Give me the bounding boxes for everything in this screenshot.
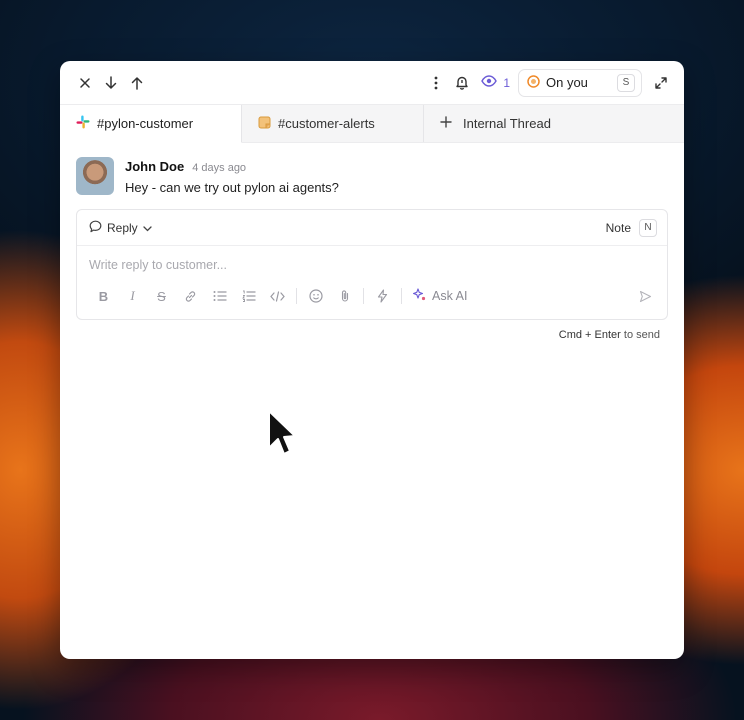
send-hint-suffix: to send	[623, 329, 660, 341]
message: John Doe 4 days ago Hey - can we try out…	[60, 143, 684, 195]
code-icon[interactable]	[263, 286, 292, 306]
italic-icon[interactable]: I	[118, 286, 147, 306]
plus-icon	[440, 116, 452, 131]
strikethrough-icon[interactable]: S	[147, 286, 176, 306]
assignee-label: On you	[546, 75, 588, 90]
arrow-down-icon[interactable]	[98, 70, 124, 96]
eye-icon	[481, 75, 498, 90]
note-shortcut: N	[639, 218, 657, 237]
send-icon[interactable]	[635, 286, 655, 306]
tab-customer-alerts[interactable]: #customer-alerts	[242, 105, 424, 142]
message-body: Hey - can we try out pylon ai agents?	[125, 180, 339, 195]
tab-internal-thread[interactable]: Internal Thread	[424, 105, 606, 142]
ask-ai-label: Ask AI	[432, 289, 468, 303]
attachment-icon[interactable]	[330, 286, 359, 306]
toolbar-divider	[401, 288, 402, 304]
message-time: 4 days ago	[192, 162, 247, 174]
note-label: Note	[605, 220, 631, 235]
note-icon	[258, 116, 271, 132]
bullet-list-icon[interactable]	[205, 286, 234, 306]
reply-mode-dropdown[interactable]: Reply	[89, 220, 152, 236]
tab-label: Internal Thread	[463, 116, 551, 131]
bold-icon[interactable]: B	[89, 286, 118, 306]
sparkle-icon	[412, 287, 427, 305]
assignee-avatar-icon	[527, 74, 540, 91]
reply-mode-label: Reply	[107, 220, 138, 235]
send-hint: Cmd + Enter to send	[60, 320, 684, 341]
note-toggle[interactable]: Note N	[605, 218, 657, 237]
more-vertical-icon[interactable]	[423, 70, 449, 96]
message-content: John Doe 4 days ago Hey - can we try out…	[125, 157, 339, 195]
bell-icon[interactable]	[449, 70, 475, 96]
emoji-icon[interactable]	[301, 286, 330, 306]
mouse-cursor-icon	[266, 408, 296, 460]
lightning-icon[interactable]	[368, 286, 397, 306]
message-author: John Doe	[125, 159, 185, 174]
conversation-window: 1 On you S #pylon-customer #customer-ale…	[60, 61, 684, 659]
assignee-shortcut: S	[617, 73, 635, 92]
viewers-indicator[interactable]: 1	[481, 75, 510, 90]
link-icon[interactable]	[176, 286, 205, 306]
formatting-toolbar: B I S Ask AI	[77, 276, 667, 306]
close-icon[interactable]	[72, 70, 98, 96]
toolbar: 1 On you S	[60, 61, 684, 105]
numbered-list-icon[interactable]	[234, 286, 263, 306]
ask-ai-button[interactable]: Ask AI	[412, 287, 468, 305]
tab-label: #pylon-customer	[97, 116, 194, 131]
assignee-button[interactable]: On you S	[518, 68, 642, 97]
channel-tabs: #pylon-customer #customer-alerts Interna…	[60, 105, 684, 143]
avatar	[76, 157, 114, 195]
arrow-up-icon[interactable]	[124, 70, 150, 96]
send-hint-keys: Cmd + Enter	[558, 329, 621, 341]
slack-icon	[76, 115, 90, 132]
viewers-count: 1	[503, 75, 510, 90]
reply-input[interactable]: Write reply to customer...	[77, 246, 667, 276]
toolbar-divider	[363, 288, 364, 304]
tab-label: #customer-alerts	[278, 116, 375, 131]
chat-bubble-icon	[89, 220, 102, 236]
tab-pylon-customer[interactable]: #pylon-customer	[60, 105, 242, 143]
expand-icon[interactable]	[648, 70, 674, 96]
reply-composer: Reply Note N Write reply to customer... …	[76, 209, 668, 320]
chevron-down-icon	[143, 221, 152, 235]
toolbar-divider	[296, 288, 297, 304]
